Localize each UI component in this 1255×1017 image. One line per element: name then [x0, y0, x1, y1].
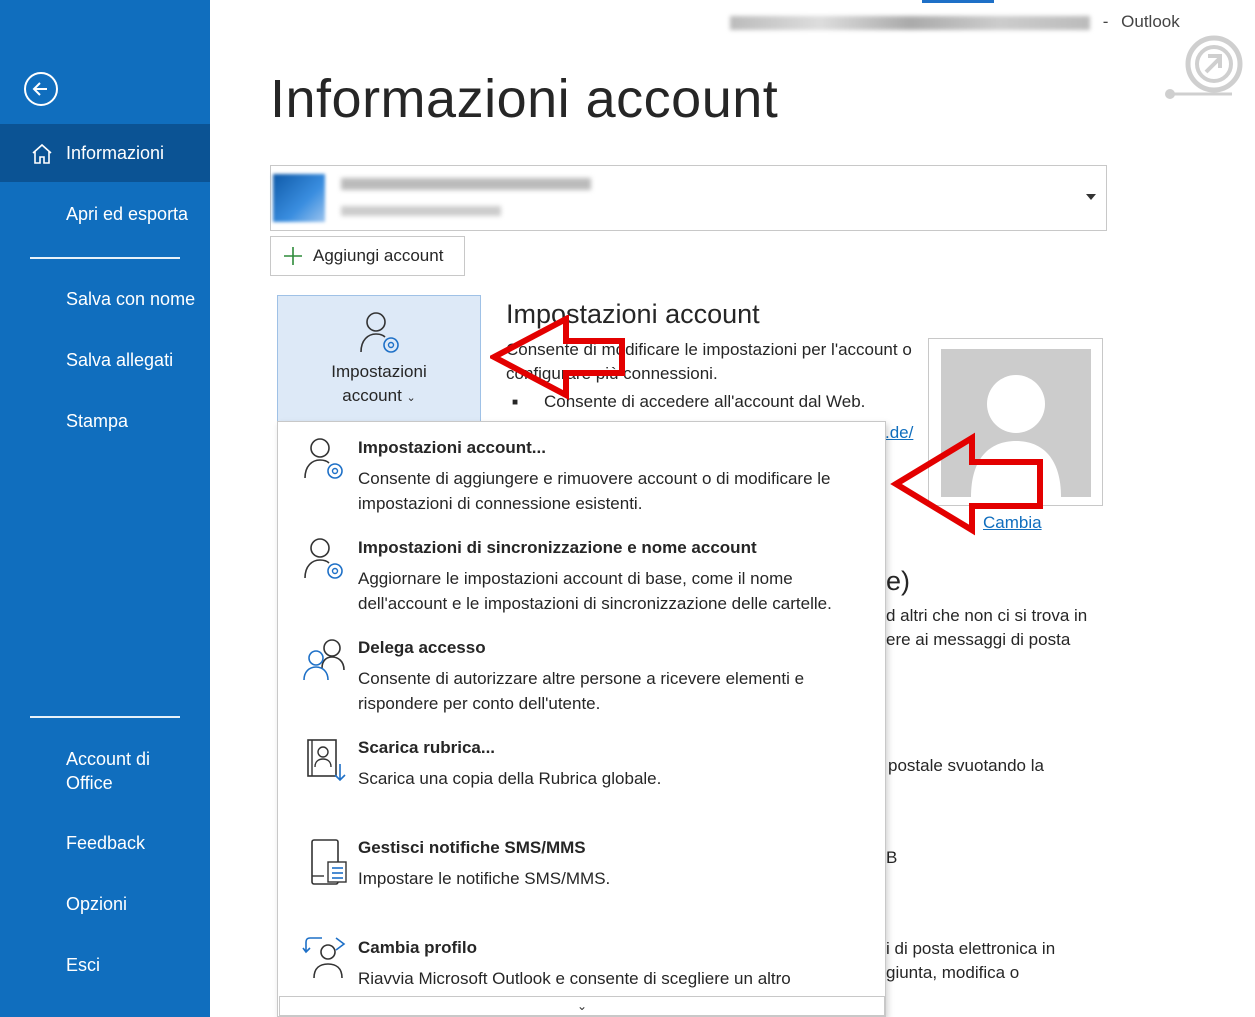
sidebar-divider: [30, 716, 180, 718]
back-button[interactable]: [24, 72, 58, 106]
background-text-fragment: giunta, modifica o: [886, 963, 1020, 982]
add-account-label: Aggiungi account: [313, 246, 444, 265]
sidebar-item-salva-con-nome[interactable]: Salva con nome: [0, 270, 210, 328]
chevron-down-icon: ⌄: [576, 999, 588, 1013]
menu-item-sincronizzazione[interactable]: Impostazioni di sincronizzazione e nome …: [278, 522, 885, 622]
menu-item-title: Impostazioni di sincronizzazione e nome …: [358, 538, 757, 557]
sidebar-item-label: Account di Office: [66, 749, 151, 793]
account-settings-menu: Impostazioni account... Consente di aggi…: [277, 421, 886, 1017]
sidebar-item-label: Apri ed esporta: [66, 204, 189, 224]
mobile-notification-icon: [311, 839, 347, 885]
account-settings-button[interactable]: Impostazioni account ⌄: [277, 295, 481, 422]
menu-item-description: Riavvia Microsoft Outlook e consente di …: [358, 969, 791, 988]
sidebar-item-opzioni[interactable]: Opzioni: [0, 875, 210, 933]
sidebar-item-label: Salva con nome: [66, 289, 196, 309]
menu-item-impostazioni-account[interactable]: Impostazioni account... Consente di aggi…: [278, 422, 885, 522]
page-title: Informazioni account: [270, 69, 779, 129]
background-text-fragment: i di posta elettronica in: [886, 939, 1056, 958]
chevron-down-icon: ⌄: [406, 392, 416, 404]
sidebar-item-informazioni[interactable]: Informazioni: [0, 124, 210, 182]
menu-item-description: Scarica una copia della Rubrica globale.: [358, 769, 662, 788]
person-gear-icon: [304, 538, 343, 579]
app-name: Outlook: [1121, 12, 1180, 31]
sidebar-item-feedback[interactable]: Feedback: [0, 814, 210, 872]
person-gear-icon: [304, 438, 343, 479]
account-settings-label-2: account: [342, 386, 402, 405]
sidebar-item-account-di-office[interactable]: Account di Office: [0, 742, 200, 802]
switch-profile-icon: [302, 937, 346, 979]
menu-item-description: Consente di aggiungere e rimuovere accou…: [358, 469, 831, 513]
sidebar-item-stampa[interactable]: Stampa: [0, 392, 210, 450]
sidebar-item-salva-allegati[interactable]: Salva allegati: [0, 331, 210, 389]
sidebar-item-label: Salva allegati: [66, 350, 174, 370]
account-logo: [273, 174, 325, 222]
menu-item-title: Cambia profilo: [358, 938, 478, 957]
blurred-window-title: [730, 15, 1090, 30]
back-arrow-icon: [32, 82, 47, 96]
menu-item-notifiche-sms[interactable]: Gestisci notifiche SMS/MMS Impostare le …: [278, 822, 885, 922]
address-book-download-icon: [307, 739, 346, 782]
menu-item-title: Scarica rubrica...: [358, 738, 496, 757]
account-selector-dropdown[interactable]: [270, 165, 1107, 231]
blurred-account-email: [341, 178, 591, 190]
add-account-button[interactable]: Aggiungi account: [270, 236, 465, 276]
backstage-sidebar: Informazioni Apri ed esporta Salva con n…: [0, 0, 210, 1017]
sidebar-item-esci[interactable]: Esci: [0, 936, 210, 994]
sidebar-item-label: Stampa: [66, 411, 129, 431]
sidebar-item-label: Opzioni: [66, 894, 128, 914]
person-gear-icon: [360, 312, 399, 353]
menu-scroll-down-button[interactable]: ⌄: [279, 996, 885, 1016]
sidebar-item-label: Informazioni: [66, 143, 165, 163]
menu-item-description: Impostare le notifiche SMS/MMS.: [358, 869, 611, 888]
title-separator: -: [1102, 12, 1109, 31]
people-icon: [303, 639, 345, 681]
plus-icon: [284, 247, 302, 265]
menu-item-description: Aggiornare le impostazioni account di ba…: [358, 569, 832, 613]
sidebar-item-apri-ed-esporta[interactable]: Apri ed esporta: [0, 185, 210, 243]
blurred-account-type: [341, 206, 501, 216]
chevron-down-icon: [1086, 194, 1096, 200]
account-settings-label-1: Impostazioni: [331, 362, 427, 381]
window-title: - Outlook: [730, 12, 1180, 32]
background-text-fragment: e): [886, 566, 911, 596]
menu-item-title: Impostazioni account...: [358, 438, 546, 457]
background-text-fragment: d altri che non ci si trova in: [886, 606, 1088, 625]
red-arrow-annotation: [890, 432, 1043, 536]
menu-item-delega-accesso[interactable]: Delega accesso Consente di autorizzare a…: [278, 622, 885, 722]
menu-item-title: Delega accesso: [358, 638, 486, 657]
loading-bar: [922, 0, 994, 3]
menu-item-description: Consente di autorizzare altre persone a …: [358, 669, 805, 713]
background-text-fragment: postale svuotando la: [888, 756, 1044, 775]
home-icon: [32, 143, 52, 164]
background-text-fragment: ere ai messaggi di posta: [886, 630, 1071, 649]
sidebar-item-label: Feedback: [66, 833, 146, 853]
red-arrow-annotation: [490, 315, 625, 400]
sidebar-item-label: Esci: [66, 955, 101, 975]
menu-item-title: Gestisci notifiche SMS/MMS: [358, 838, 586, 857]
background-text-fragment: B: [886, 848, 898, 867]
sidebar-divider: [30, 257, 180, 259]
menu-item-scarica-rubrica[interactable]: Scarica rubrica... Scarica una copia del…: [278, 722, 885, 822]
coming-soon-icon[interactable]: [1162, 30, 1252, 100]
